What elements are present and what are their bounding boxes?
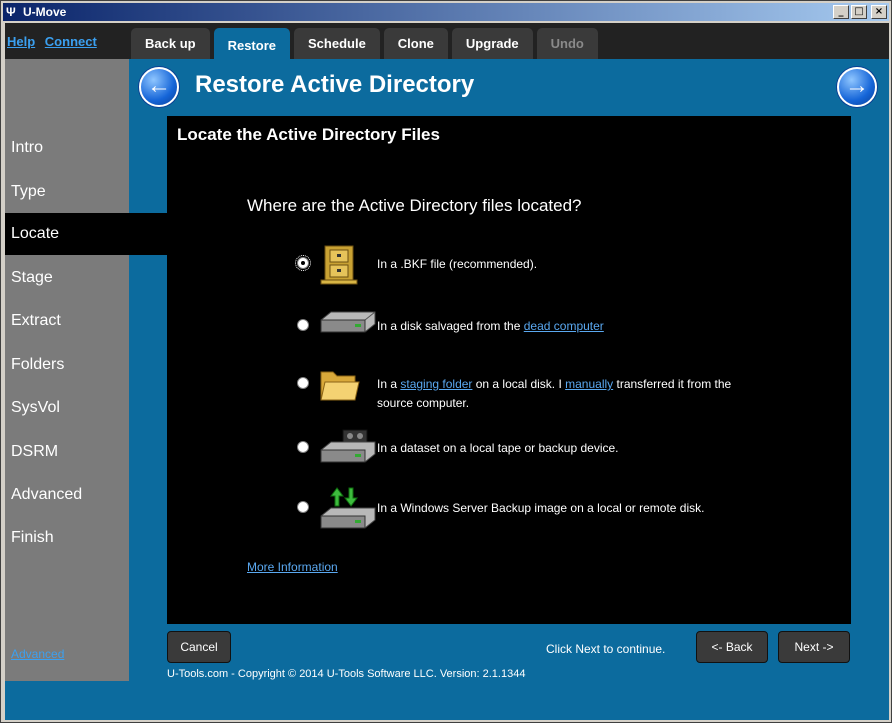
radio-staging-folder[interactable] [297, 377, 309, 389]
back-arrow-icon[interactable]: ← [139, 67, 179, 107]
maximize-button[interactable]: □ [851, 5, 867, 19]
option-staging-label: In a staging folder on a local disk. I m… [377, 375, 757, 413]
option-server-backup[interactable]: In a Windows Server Backup image on a lo… [297, 486, 767, 534]
tape-drive-icon [317, 426, 376, 470]
option-tape-label: In a dataset on a local tape or backup d… [377, 441, 619, 455]
help-link[interactable]: Help [7, 34, 35, 49]
tab-undo: Undo [536, 28, 598, 59]
manually-link[interactable]: manually [565, 377, 613, 391]
cancel-button[interactable]: Cancel [167, 631, 231, 663]
archive-cabinet-icon [317, 242, 361, 286]
sidebar-item-locate[interactable]: Locate [5, 213, 167, 255]
advanced-link[interactable]: Advanced [11, 647, 64, 661]
sidebar-item-sysvol[interactable]: SysVol [5, 387, 167, 429]
radio-disk[interactable] [297, 319, 309, 331]
footer-copyright: U-Tools.com - Copyright © 2014 U-Tools S… [167, 668, 526, 680]
option-staging-text-pre: In a [377, 377, 401, 391]
sidebar-item-finish[interactable]: Finish [5, 517, 167, 559]
option-staging-text-mid: on a local disk. I [472, 377, 566, 391]
option-bkf[interactable]: In a .BKF file (recommended). [295, 242, 767, 290]
window-controls: _ □ × [833, 5, 887, 19]
wizard-steps-sidebar: Intro Type Locate Stage Extract Folders … [5, 59, 167, 681]
content-panel: Locate the Active Directory Files Where … [167, 116, 851, 624]
close-button[interactable]: × [871, 5, 887, 19]
connect-link[interactable]: Connect [45, 34, 97, 49]
option-disk-label: In a disk salvaged from the dead compute… [377, 317, 757, 336]
tab-clone[interactable]: Clone [383, 28, 448, 59]
option-server-backup-label: In a Windows Server Backup image on a lo… [377, 501, 705, 515]
back-button[interactable]: <- Back [696, 631, 768, 663]
more-information-link[interactable]: More Information [247, 560, 338, 574]
hard-disk-icon [317, 304, 376, 348]
tab-back-up[interactable]: Back up [131, 28, 210, 59]
client-area: Help Connect Back up Restore Schedule Cl… [5, 23, 889, 720]
sidebar-item-stage[interactable]: Stage [5, 257, 167, 299]
radio-bkf[interactable] [295, 255, 311, 271]
question-text: Where are the Active Directory files loc… [247, 196, 582, 215]
option-bkf-label: In a .BKF file (recommended). [377, 257, 538, 271]
top-links: Help Connect [7, 34, 103, 49]
dead-computer-link[interactable]: dead computer [524, 319, 604, 333]
folder-icon [317, 362, 361, 406]
main-tabs: Back up Restore Schedule Clone Upgrade U… [131, 28, 598, 61]
option-disk[interactable]: In a disk salvaged from the dead compute… [297, 304, 767, 352]
next-button[interactable]: Next -> [778, 631, 850, 663]
top-bar: Help Connect Back up Restore Schedule Cl… [5, 23, 889, 61]
tab-schedule[interactable]: Schedule [294, 28, 380, 59]
panel-title: Locate the Active Directory Files [177, 125, 440, 144]
title-bar: Ψ U-Move _ □ × [3, 3, 889, 21]
page-title: Restore Active Directory [195, 71, 475, 98]
server-backup-icon [317, 486, 376, 530]
hint-text: Click Next to continue. [546, 642, 666, 656]
tab-restore[interactable]: Restore [213, 28, 290, 61]
staging-folder-link[interactable]: staging folder [400, 377, 472, 391]
app-window: Ψ U-Move _ □ × Help Connect Back up Rest… [0, 0, 892, 723]
app-logo-icon: Ψ [6, 5, 16, 19]
radio-server-backup[interactable] [297, 501, 309, 513]
next-arrow-icon[interactable]: → [837, 67, 877, 107]
minimize-button[interactable]: _ [833, 5, 849, 19]
radio-tape[interactable] [297, 441, 309, 453]
sidebar-item-type[interactable]: Type [5, 171, 167, 213]
option-disk-text: In a disk salvaged from the [377, 319, 524, 333]
sidebar-item-intro[interactable]: Intro [5, 127, 167, 169]
sidebar-item-extract[interactable]: Extract [5, 300, 167, 342]
sidebar-item-dsrm[interactable]: DSRM [5, 431, 167, 473]
tab-upgrade[interactable]: Upgrade [451, 28, 533, 59]
option-tape[interactable]: In a dataset on a local tape or backup d… [297, 426, 767, 474]
sidebar-item-advanced[interactable]: Advanced [5, 474, 167, 516]
sidebar-item-folders[interactable]: Folders [5, 344, 167, 386]
option-staging-folder[interactable]: In a staging folder on a local disk. I m… [297, 362, 767, 410]
window-title: U-Move [23, 5, 67, 19]
